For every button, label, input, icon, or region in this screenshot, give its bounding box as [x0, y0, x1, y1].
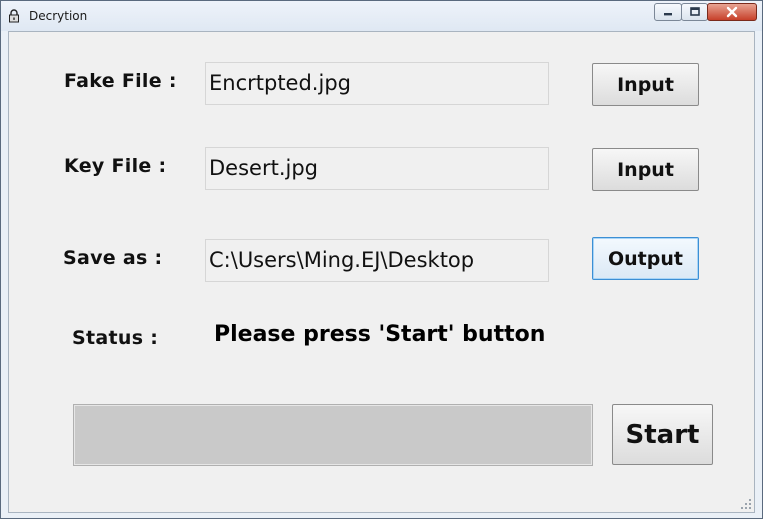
fake-file-input-button[interactable]: Input [592, 63, 699, 106]
status-label: Status : [72, 327, 159, 349]
lock-icon [9, 9, 19, 23]
start-button[interactable]: Start [612, 404, 713, 465]
minimize-button[interactable] [654, 3, 682, 21]
fake-file-field[interactable]: Encrtpted.jpg [205, 62, 549, 105]
save-as-field[interactable]: C:\Users\Ming.EJ\Desktop [205, 239, 549, 282]
app-window: Decrytion Fake File : Encrtpted.jpg Inpu… [0, 0, 763, 519]
maximize-icon [689, 7, 700, 16]
status-message: Please press 'Start' button [214, 322, 546, 347]
fake-file-label: Fake File : [64, 70, 177, 92]
key-file-label: Key File : [64, 155, 167, 177]
client-area: Fake File : Encrtpted.jpg Input Key File… [8, 31, 755, 513]
progress-bar [73, 404, 593, 466]
key-file-input-button[interactable]: Input [592, 148, 699, 191]
minimize-icon [664, 13, 672, 16]
key-file-field[interactable]: Desert.jpg [205, 147, 549, 190]
close-button[interactable] [707, 3, 757, 21]
resize-grip-icon[interactable] [740, 498, 752, 510]
title-bar[interactable]: Decrytion [1, 1, 762, 31]
save-as-label: Save as : [63, 247, 163, 269]
maximize-button[interactable] [681, 3, 708, 21]
output-button[interactable]: Output [592, 237, 699, 280]
window-title: Decrytion [29, 9, 88, 23]
close-icon [726, 6, 738, 18]
